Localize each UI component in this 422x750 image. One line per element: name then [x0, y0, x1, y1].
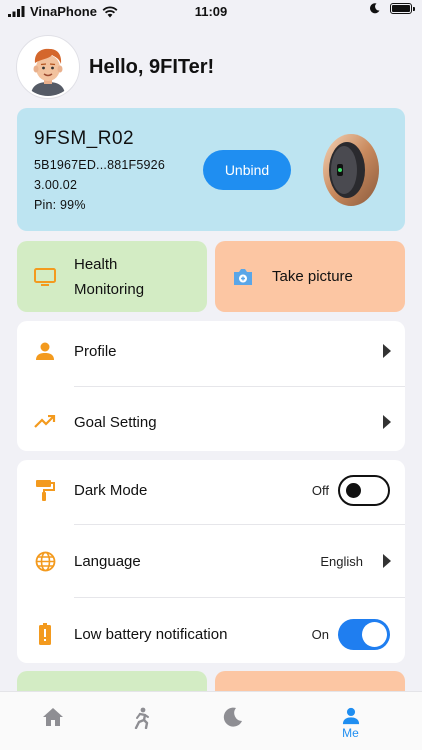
menu-item-profile[interactable]: Profile	[17, 321, 405, 381]
menu-item-goal-setting[interactable]: Goal Setting	[17, 392, 405, 452]
low-battery-value: On	[311, 626, 329, 642]
chevron-right-icon	[383, 415, 391, 429]
greeting-text: Hello, 9FITer!	[89, 55, 215, 78]
home-icon	[42, 708, 63, 726]
camera-icon	[234, 268, 252, 285]
menu-item-dark-mode: Dark Mode Off	[17, 460, 405, 520]
language-value: English	[320, 553, 363, 569]
divider	[74, 524, 405, 525]
goal-setting-label: Goal Setting	[74, 413, 157, 431]
trending-up-icon	[34, 411, 56, 433]
device-card: 9FSM_R02 5B1967ED...881F5926 3.00.02 Pin…	[17, 108, 405, 231]
chevron-right-icon	[383, 554, 391, 568]
device-id: 5B1967ED...881F5926	[34, 158, 165, 172]
account-menu-group: Profile Goal Setting	[17, 321, 405, 451]
status-bar: VinaPhone 11:09	[0, 0, 422, 24]
divider	[74, 386, 405, 387]
dark-mode-toggle[interactable]	[338, 474, 390, 506]
battery-level: Pin: 99%	[34, 198, 86, 212]
tab-activity[interactable]	[88, 692, 193, 750]
battery-alert-icon	[34, 623, 56, 645]
divider	[74, 597, 405, 598]
status-right	[369, 3, 415, 14]
unbind-button[interactable]: Unbind	[203, 150, 291, 190]
moon-icon	[370, 3, 380, 14]
language-label: Language	[74, 552, 141, 570]
profile-label: Profile	[74, 342, 117, 360]
health-monitoring-label: Health Monitoring	[74, 252, 144, 302]
low-battery-label: Low battery notification	[74, 625, 228, 643]
running-icon	[134, 707, 149, 729]
tab-me-label: Me	[342, 726, 359, 740]
device-name: 9FSM_R02	[34, 128, 135, 149]
bottom-tab-bar: Me	[0, 691, 422, 750]
chevron-right-icon	[383, 344, 391, 358]
dark-mode-label: Dark Mode	[74, 481, 148, 499]
toggle-knob	[346, 482, 361, 498]
settings-menu-group: Dark Mode Off Language English Low batte…	[17, 460, 405, 663]
smart-ring-image	[323, 134, 379, 206]
take-picture-label: Take picture	[272, 268, 353, 285]
avatar-illustration	[19, 38, 77, 96]
dark-mode-value: Off	[311, 482, 329, 498]
menu-item-language[interactable]: Language English	[17, 531, 405, 591]
battery-icon	[390, 3, 415, 14]
toggle-knob	[362, 621, 387, 647]
tile-label-line: Monitoring	[74, 280, 145, 298]
tab-me[interactable]: Me	[298, 692, 403, 750]
health-monitoring-tile[interactable]: Health Monitoring	[17, 241, 207, 312]
globe-icon	[34, 550, 56, 572]
tile-label-line: Health	[74, 255, 118, 273]
take-picture-tile[interactable]: Take picture	[215, 241, 405, 312]
person-icon	[342, 707, 359, 725]
profile-header: Hello, 9FITer!	[17, 36, 214, 98]
firmware-version: 3.00.02	[34, 178, 78, 192]
person-icon	[34, 340, 56, 362]
avatar[interactable]	[17, 36, 79, 98]
monitor-icon	[34, 267, 56, 286]
tab-sleep[interactable]	[180, 692, 285, 750]
low-battery-toggle[interactable]	[338, 618, 390, 650]
menu-item-low-battery: Low battery notification On	[17, 604, 405, 664]
paint-roller-icon	[34, 479, 56, 501]
moon-icon	[223, 707, 242, 727]
status-time: 11:09	[194, 4, 228, 19]
